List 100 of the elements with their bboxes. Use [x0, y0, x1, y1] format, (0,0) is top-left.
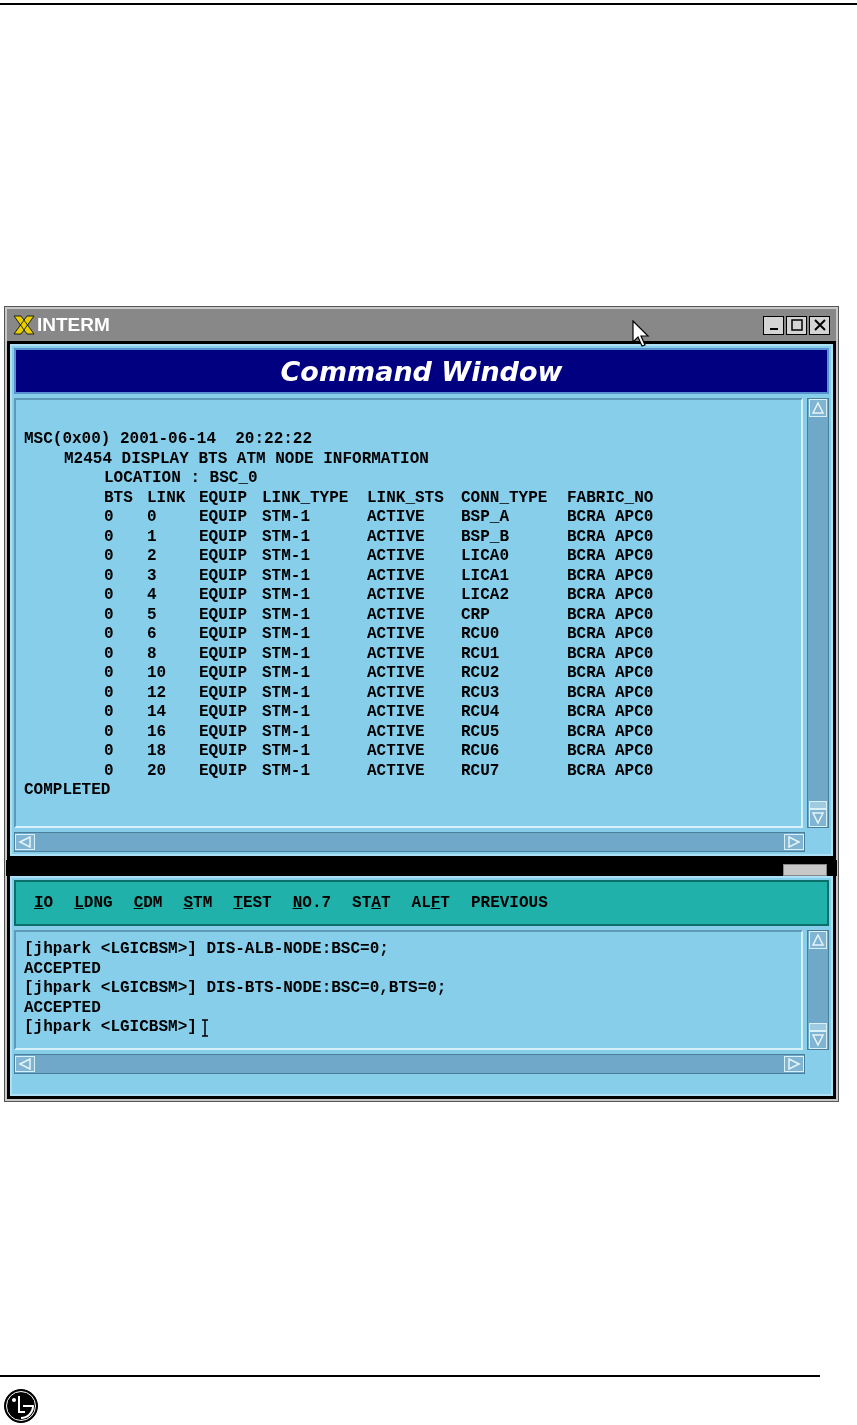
table-cell-text: STM-1 — [262, 644, 311, 664]
menu-item[interactable]: TEST — [233, 894, 272, 912]
scroll-thumb[interactable] — [809, 801, 827, 809]
table-cell-text: EQUIP — [199, 547, 248, 567]
column-header: LINK — [147, 488, 187, 508]
table-cell-text: STM-1 — [262, 742, 311, 762]
console-line: ACCEPTED — [24, 959, 101, 979]
table-cell-text: 2 — [147, 547, 158, 567]
table-cell-text: 0 — [104, 625, 115, 645]
horizontal-scrollbar[interactable] — [14, 832, 805, 852]
scroll-left-button[interactable] — [15, 834, 35, 850]
menu-item[interactable]: STM — [183, 894, 213, 912]
table-cell-text: 0 — [104, 566, 115, 586]
table-cell-text: STM-1 — [262, 566, 311, 586]
table-cell-text: EQUIP — [199, 566, 248, 586]
table-cell-text: EQUIP — [199, 703, 248, 723]
table-cell-text: 0 — [147, 508, 158, 528]
table-cell-text: STM-1 — [262, 605, 311, 625]
table-cell: BCRA APC0 — [567, 761, 654, 781]
table-cell-text: 0 — [104, 722, 115, 742]
vertical-scrollbar[interactable] — [807, 930, 829, 1050]
column-header: FABRIC_NO — [567, 488, 654, 508]
minimize-icon — [769, 328, 778, 330]
table-cell: BCRA APC0 — [567, 742, 654, 762]
table-cell-text: STM-1 — [262, 722, 311, 742]
table-cell-text: RCU1 — [461, 644, 501, 664]
scroll-up-button[interactable] — [809, 931, 827, 949]
console-line: ACCEPTED — [24, 998, 101, 1018]
table-cell-text: ACTIVE — [367, 664, 426, 684]
table-cell: BCRA APC0 — [567, 644, 654, 664]
table-cell-text: ACTIVE — [367, 625, 426, 645]
table-cell-text: 1 — [147, 527, 158, 547]
scroll-thumb[interactable] — [809, 1023, 827, 1031]
table-cell-text: STM-1 — [262, 683, 311, 703]
table-cell: BCRA APC0 — [567, 547, 654, 567]
table-cell-text: RCU4 — [461, 703, 501, 723]
close-button[interactable] — [809, 315, 830, 335]
table-cell-text: EQUIP — [199, 742, 248, 762]
table-cell-text: 0 — [104, 644, 115, 664]
table-cell-text: STM-1 — [262, 527, 311, 547]
table-cell-text: ACTIVE — [367, 703, 426, 723]
close-icon — [813, 319, 826, 331]
scroll-right-button[interactable] — [784, 834, 804, 850]
scroll-right-button[interactable] — [784, 1056, 804, 1072]
column-header: EQUIP — [199, 488, 248, 508]
table-cell-text: ACTIVE — [367, 527, 426, 547]
menu-item[interactable]: CDM — [133, 894, 163, 912]
table-cell-text: 0 — [104, 527, 115, 547]
table-cell-text: 4 — [147, 586, 158, 606]
menu-item[interactable]: NO.7 — [292, 894, 332, 912]
table-cell-text: 0 — [104, 761, 115, 781]
table-cell-text: 0 — [104, 586, 115, 606]
table-cell-text: ACTIVE — [367, 566, 426, 586]
table-cell-text: STM-1 — [262, 664, 311, 684]
scroll-down-button[interactable] — [809, 1031, 827, 1049]
table-cell-text: 8 — [147, 644, 158, 664]
console-line: [jhpark <LGICBSM>] DIS-ALB-NODE:BSC=0; — [24, 940, 389, 960]
console-pane[interactable]: [jhpark <LGICBSM>] DIS-ALB-NODE:BSC=0; ACCEPTED [jhpark <LGICBSM>] DIS-BTS-NODE:BSC=0,BTS=0; ACCEPTED [jhpark <LGICBSM>] — [14, 930, 803, 1050]
menu-item[interactable]: LDNG — [74, 894, 113, 912]
table-cell: BCRA APC0 — [567, 605, 654, 625]
window-title: INTERM — [37, 314, 110, 336]
scroll-up-button[interactable] — [809, 399, 827, 417]
column-header: LINK_STS — [367, 488, 445, 508]
table-cell-text: ACTIVE — [367, 547, 426, 567]
output-line: MSC(0x00) 2001-06-14 20:22:22 — [24, 430, 313, 450]
menu-item[interactable]: STAT — [352, 894, 391, 912]
maximize-button[interactable] — [786, 315, 807, 335]
table-cell-text: STM-1 — [262, 703, 311, 723]
table-cell-text: EQUIP — [199, 605, 248, 625]
minimize-button[interactable] — [763, 315, 784, 335]
menu-item[interactable]: ALFT — [411, 894, 450, 912]
table-cell: BCRA APC0 — [567, 527, 654, 547]
column-header: CONN_TYPE — [461, 488, 549, 508]
scroll-down-button[interactable] — [809, 809, 827, 827]
menu-item[interactable]: PREVIOUS — [470, 894, 548, 912]
table-cell-text: 0 — [104, 547, 115, 567]
menu-item[interactable]: IO — [34, 894, 54, 912]
vertical-scrollbar[interactable] — [807, 398, 829, 828]
table-cell-text: 10 — [147, 664, 168, 684]
output-line: LOCATION : BSC_0 — [104, 469, 258, 489]
table-cell-text: STM-1 — [262, 625, 311, 645]
splitter-handle[interactable] — [783, 864, 827, 876]
table-cell-text: RCU6 — [461, 742, 501, 762]
console-line: [jhpark <LGICBSM>] DIS-BTS-NODE:BSC=0,BTS=0; — [24, 979, 447, 999]
scroll-left-button[interactable] — [15, 1056, 35, 1072]
column-header: LINK_TYPE — [262, 488, 350, 508]
table-cell: BCRA APC0 — [567, 683, 654, 703]
output-line: COMPLETED — [24, 781, 111, 801]
table-cell-text: STM-1 — [262, 508, 311, 528]
table-cell-text: 0 — [104, 508, 115, 528]
table-cell-text: ACTIVE — [367, 508, 426, 528]
table-cell-text: EQUIP — [199, 761, 248, 781]
horizontal-scrollbar[interactable] — [14, 1054, 805, 1074]
table-cell-text: LICA2 — [461, 586, 510, 606]
text-cursor-icon — [200, 1018, 209, 1037]
table-cell: BCRA APC0 — [567, 586, 654, 606]
table-cell-text: EQUIP — [199, 644, 248, 664]
table-cell: BCRA APC0 — [567, 722, 654, 742]
output-line: M2454 DISPLAY BTS ATM NODE INFORMATION — [64, 449, 429, 469]
table-cell-text: 16 — [147, 722, 168, 742]
